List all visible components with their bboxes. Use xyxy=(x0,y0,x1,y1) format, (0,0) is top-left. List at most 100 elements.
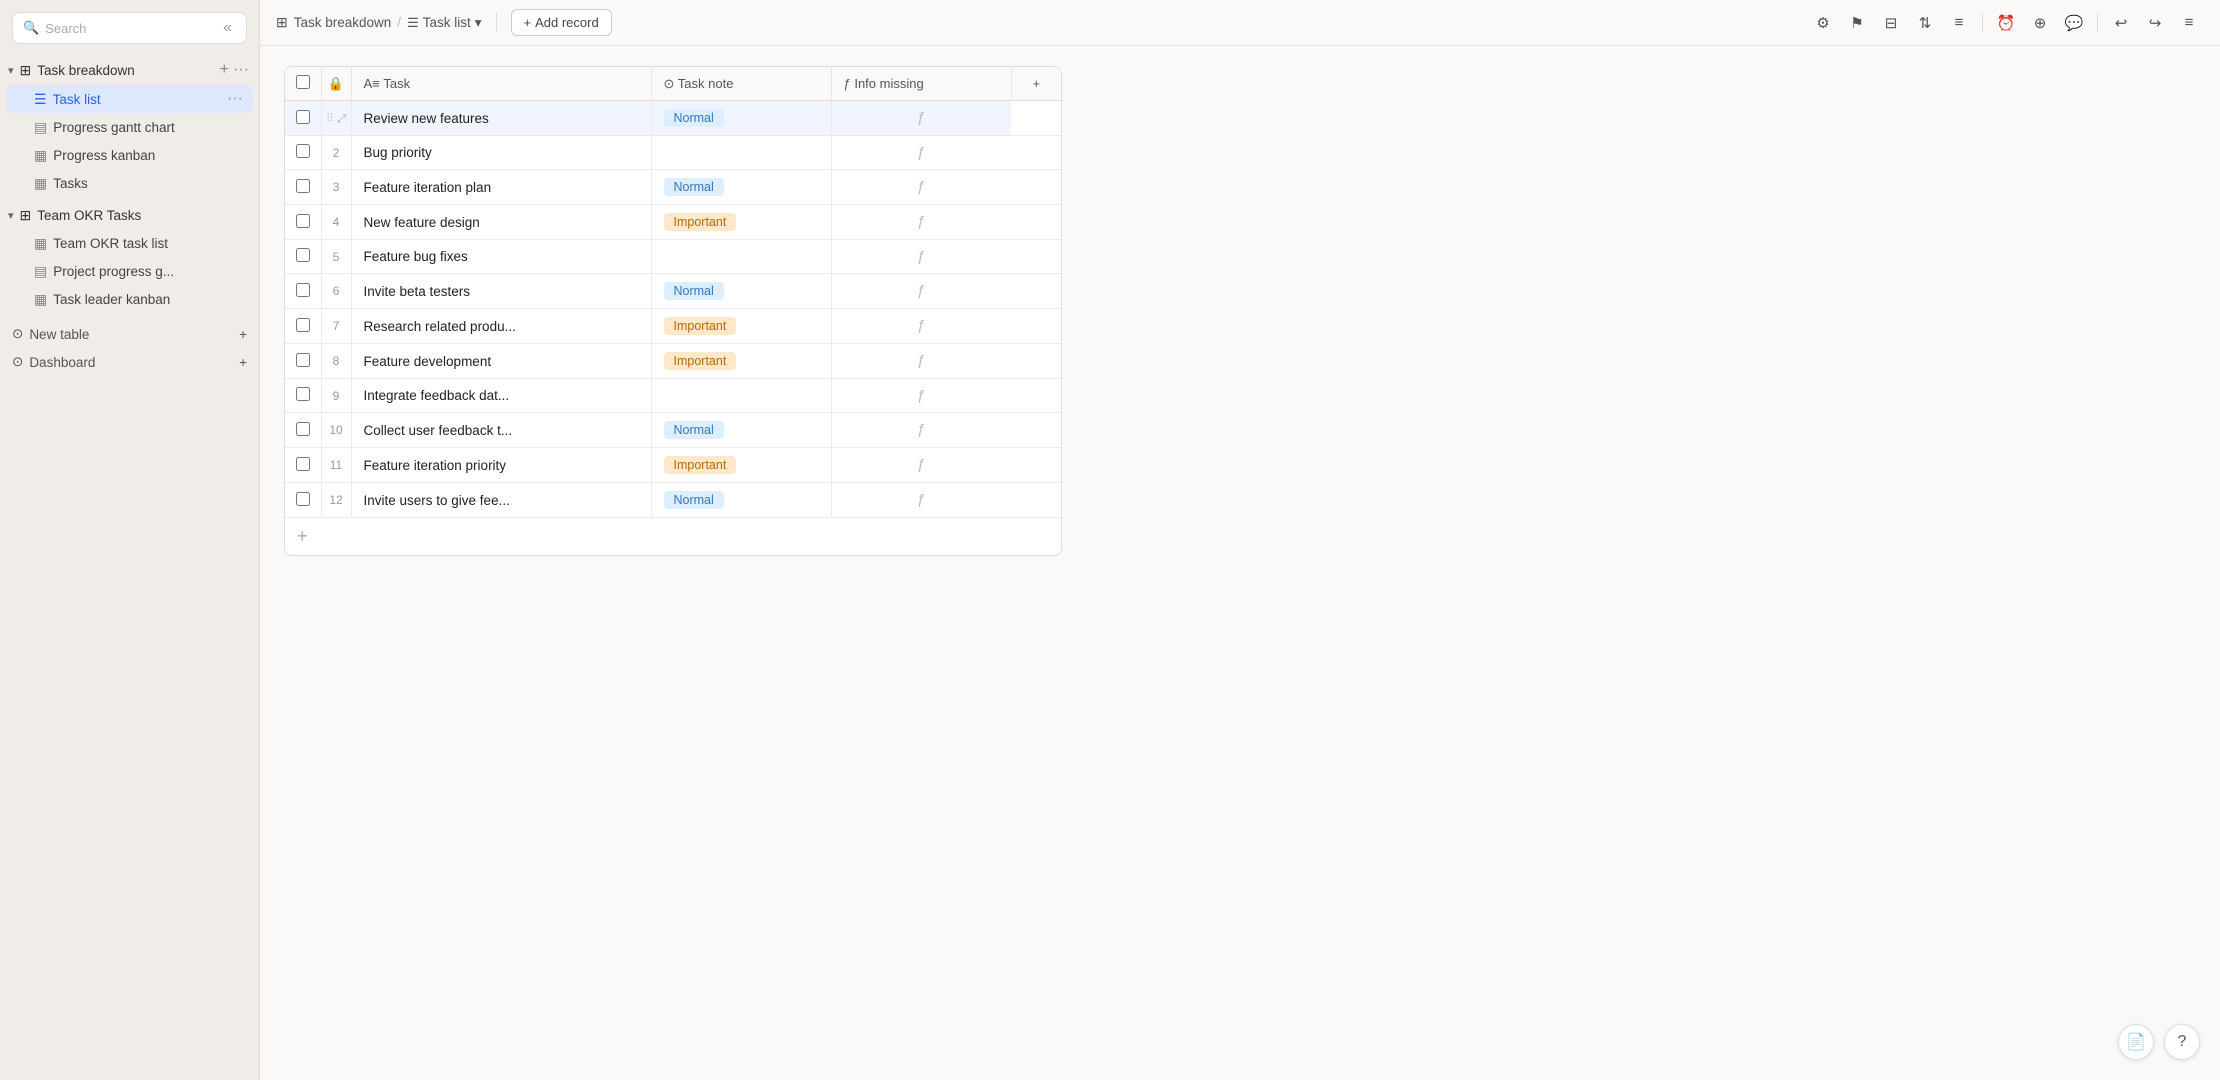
row-checkbox-cell[interactable] xyxy=(285,483,321,518)
row-checkbox-cell[interactable] xyxy=(285,101,321,136)
row-task-note: Important xyxy=(651,309,831,344)
row-info-missing[interactable]: ƒ xyxy=(832,205,1012,238)
row-info-missing[interactable]: ƒ xyxy=(832,448,1012,481)
view-icon: ☰ xyxy=(407,15,419,31)
row-checkbox[interactable] xyxy=(296,179,310,193)
help-button[interactable]: ? xyxy=(2164,1024,2200,1060)
view-selector[interactable]: ☰ Task list ▾ xyxy=(407,15,481,31)
sort-button[interactable]: ⇅ xyxy=(1910,8,1940,38)
row-task-name: Feature iteration plan xyxy=(351,170,651,205)
breadcrumb-title: Task breakdown xyxy=(294,15,392,30)
row-checkbox[interactable] xyxy=(296,318,310,332)
undo-button[interactable]: ↩ xyxy=(2106,8,2136,38)
sidebar-item-task-leader[interactable]: ▦ Task leader kanban xyxy=(6,286,253,313)
row-number: 7 xyxy=(321,309,351,344)
row-checkbox-cell[interactable] xyxy=(285,136,321,170)
hide-button[interactable]: ⊟ xyxy=(1876,8,1906,38)
more-group-button[interactable]: ··· xyxy=(233,61,249,79)
row-checkbox-cell[interactable] xyxy=(285,170,321,205)
task-breakdown-group[interactable]: ▾ ⊞ Task breakdown + ··· xyxy=(0,56,259,84)
header-task[interactable]: Α≡ Task xyxy=(351,67,651,101)
info-col-label: Info missing xyxy=(854,76,923,91)
row-checkbox[interactable] xyxy=(296,457,310,471)
row-checkbox-cell[interactable] xyxy=(285,379,321,413)
row-task-note: Normal xyxy=(651,101,831,136)
group-button[interactable]: ≡ xyxy=(1944,8,1974,38)
row-checkbox-cell[interactable] xyxy=(285,240,321,274)
new-table-button[interactable]: ⊙ New table + xyxy=(0,320,259,348)
row-info-missing[interactable]: ƒ xyxy=(832,136,1012,169)
task-list-more[interactable]: ··· xyxy=(227,90,243,108)
project-icon: ▤ xyxy=(34,263,47,280)
select-all-checkbox[interactable] xyxy=(296,75,310,89)
row-info-missing[interactable]: ƒ xyxy=(832,240,1012,273)
project-label: Project progress g... xyxy=(53,264,243,279)
comment-button[interactable]: 💬 xyxy=(2059,8,2089,38)
row-checkbox[interactable] xyxy=(296,110,310,124)
dashboard-button[interactable]: ⊙ Dashboard + xyxy=(0,348,259,376)
add-record-button[interactable]: + Add record xyxy=(511,9,612,36)
row-info-missing[interactable]: ƒ xyxy=(832,344,1012,377)
row-info-missing[interactable]: ƒ xyxy=(832,309,1012,342)
timer-button[interactable]: ⏰ xyxy=(1991,8,2021,38)
add-row-button[interactable]: + xyxy=(285,518,1061,555)
filter-button[interactable]: ⚑ xyxy=(1842,8,1872,38)
redo-button[interactable]: ↪ xyxy=(2140,8,2170,38)
row-checkbox-cell[interactable] xyxy=(285,274,321,309)
sidebar-item-task-list[interactable]: ☰ Task list ··· xyxy=(6,85,253,113)
search-bar[interactable]: 🔍 Search « xyxy=(12,12,247,44)
row-checkbox[interactable] xyxy=(296,214,310,228)
new-table-add-icon[interactable]: + xyxy=(239,327,247,342)
header-note[interactable]: ⊙ Task note xyxy=(651,67,831,101)
sidebar-item-progress-kanban[interactable]: ▦ Progress kanban xyxy=(6,142,253,169)
row-checkbox[interactable] xyxy=(296,422,310,436)
row-checkbox-cell[interactable] xyxy=(285,344,321,379)
row-checkbox[interactable] xyxy=(296,248,310,262)
row-checkbox-cell[interactable] xyxy=(285,448,321,483)
row-checkbox[interactable] xyxy=(296,387,310,401)
table-body: ⠿ ⤢Review new featuresNormalƒ2Bug priori… xyxy=(285,101,1061,518)
group-icon: ⊞ xyxy=(20,207,32,224)
team-okr-group[interactable]: ▾ ⊞ Team OKR Tasks xyxy=(0,202,259,229)
header-info[interactable]: ƒ Info missing xyxy=(831,67,1011,101)
row-number: ⠿ ⤢ xyxy=(321,101,351,136)
dashboard-add-icon[interactable]: + xyxy=(239,355,247,370)
table-row: 6Invite beta testersNormalƒ xyxy=(285,274,1061,309)
row-checkbox[interactable] xyxy=(296,353,310,367)
row-checkbox-cell[interactable] xyxy=(285,309,321,344)
leader-icon: ▦ xyxy=(34,291,47,308)
expand-icon[interactable]: ⤢ xyxy=(337,113,346,125)
table-header-row: 🔒 Α≡ Task ⊙ Task note ƒ Info missing xyxy=(285,67,1061,101)
row-checkbox-cell[interactable] xyxy=(285,413,321,448)
row-checkbox[interactable] xyxy=(296,283,310,297)
add-group-button[interactable]: + xyxy=(220,61,229,79)
row-info-missing[interactable]: ƒ xyxy=(832,413,1012,446)
table-row: 2Bug priorityƒ xyxy=(285,136,1061,170)
row-checkbox[interactable] xyxy=(296,492,310,506)
row-checkbox[interactable] xyxy=(296,144,310,158)
row-info-missing[interactable]: ƒ xyxy=(832,274,1012,307)
view-options-button[interactable]: ≡ xyxy=(2174,8,2204,38)
leader-label: Task leader kanban xyxy=(53,292,243,307)
row-info-missing[interactable]: ƒ xyxy=(832,101,1012,134)
bottom-right-actions: 📄 ? xyxy=(2118,1024,2200,1060)
sidebar-item-tasks[interactable]: ▦ Tasks xyxy=(6,170,253,197)
header-add[interactable]: + xyxy=(1011,67,1061,101)
doc-button[interactable]: 📄 xyxy=(2118,1024,2154,1060)
collapse-button[interactable]: « xyxy=(219,19,236,37)
table-row: ⠿ ⤢Review new featuresNormalƒ xyxy=(285,101,1061,136)
row-checkbox-cell[interactable] xyxy=(285,205,321,240)
note-badge: Important xyxy=(664,352,737,370)
row-info-missing[interactable]: ƒ xyxy=(832,170,1012,203)
row-info-missing[interactable]: ƒ xyxy=(832,483,1012,516)
sidebar-item-team-okr-list[interactable]: ▦ Team OKR task list xyxy=(6,230,253,257)
sidebar-item-project-progress[interactable]: ▤ Project progress g... xyxy=(6,258,253,285)
header-checkbox[interactable] xyxy=(285,67,321,101)
sidebar-item-progress-gantt[interactable]: ▤ Progress gantt chart xyxy=(6,114,253,141)
bookmark-button[interactable]: ⊕ xyxy=(2025,8,2055,38)
note-badge: Important xyxy=(664,456,737,474)
settings-button[interactable]: ⚙ xyxy=(1808,8,1838,38)
toolbar-separator xyxy=(496,13,497,33)
new-table-icon: ⊙ xyxy=(12,326,23,342)
row-info-missing[interactable]: ƒ xyxy=(832,379,1012,412)
